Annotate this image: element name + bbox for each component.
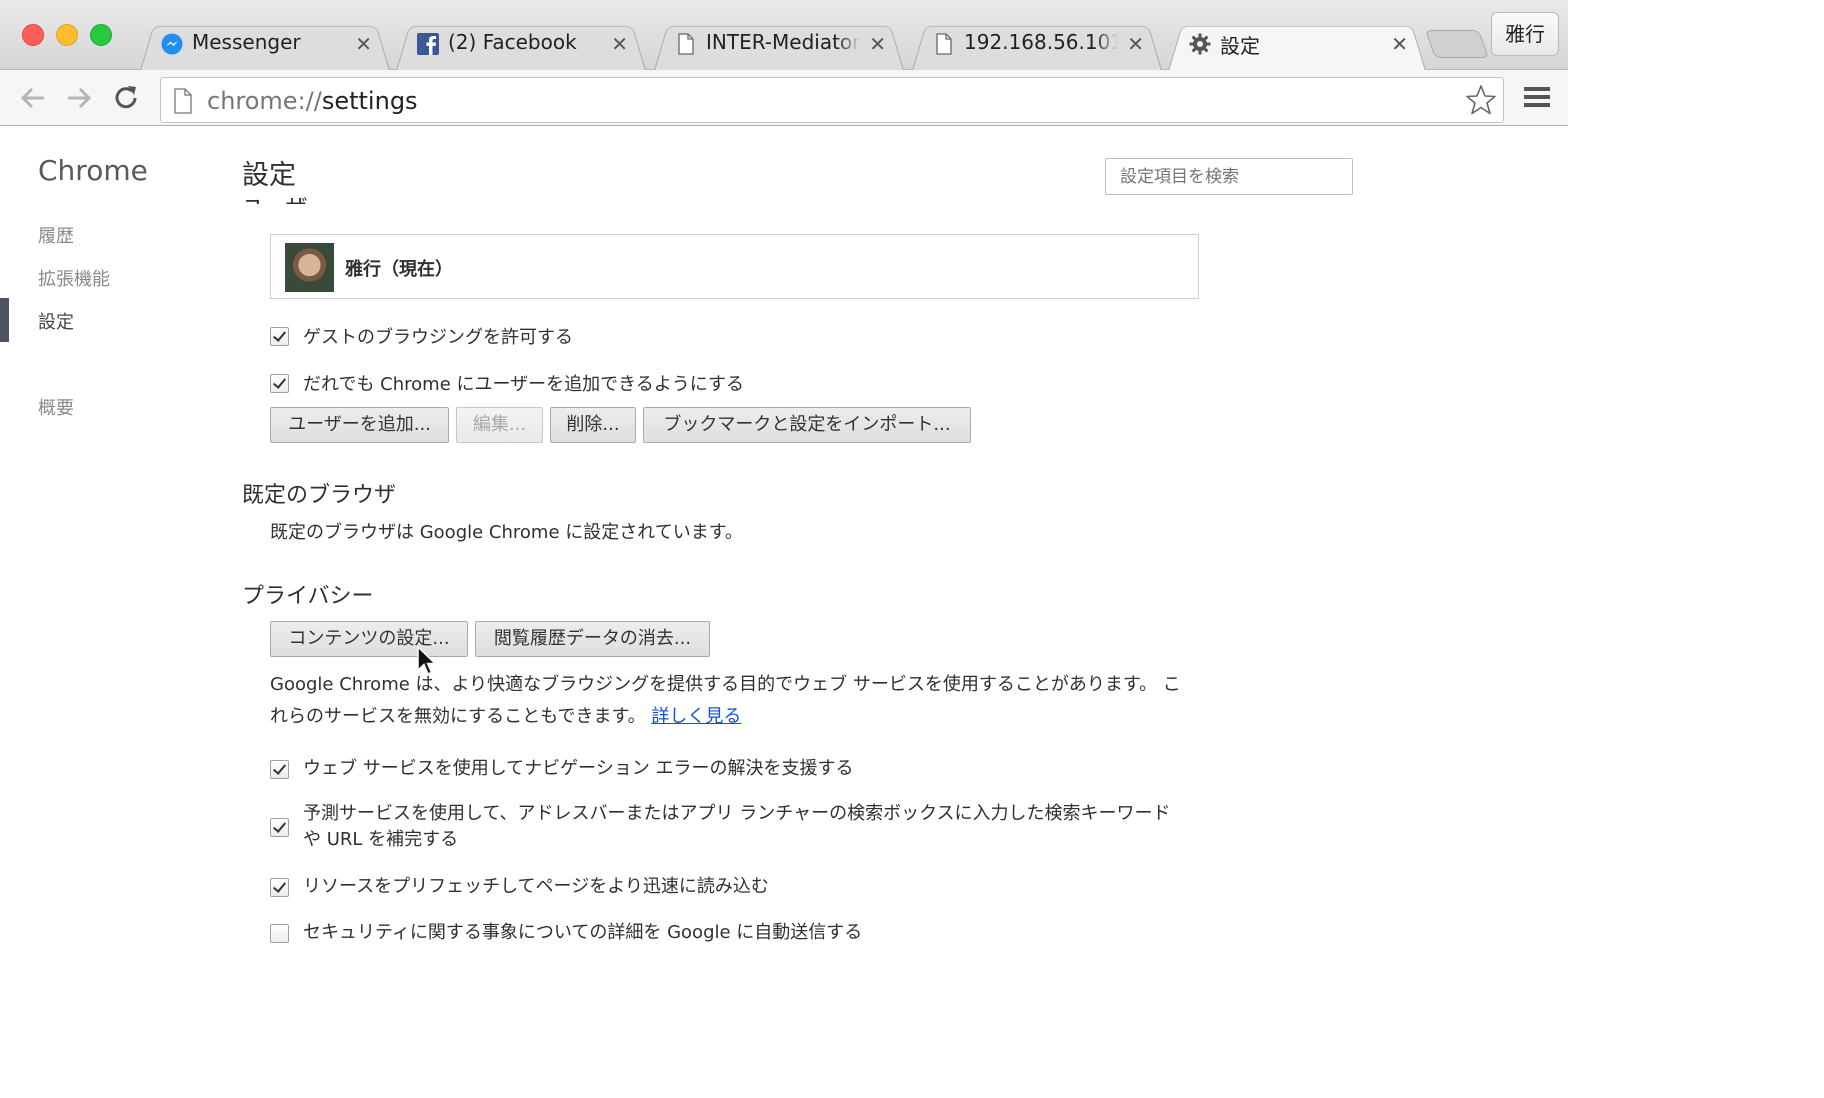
page-icon bbox=[936, 33, 952, 55]
sidebar-item-history[interactable]: 履歴 bbox=[38, 222, 74, 248]
avatar bbox=[285, 243, 334, 292]
menu-icon[interactable] bbox=[1522, 82, 1552, 112]
checkbox[interactable] bbox=[270, 760, 289, 779]
default-browser-status: 既定のブラウザは Google Chrome に設定されています。 bbox=[270, 522, 743, 543]
tab-settings[interactable]: 設定 ✕ bbox=[1168, 20, 1426, 71]
checkbox[interactable] bbox=[270, 878, 289, 897]
close-icon[interactable]: ✕ bbox=[1127, 32, 1144, 56]
tab-title: (2) Facebook bbox=[448, 30, 577, 54]
messenger-icon bbox=[161, 33, 183, 55]
tab-local-server[interactable]: 192.168.56.101/p ✕ bbox=[912, 20, 1162, 71]
sidebar-selection-marker bbox=[0, 298, 9, 342]
add-user-button[interactable]: ユーザーを追加... bbox=[270, 407, 449, 443]
sidebar-item-about[interactable]: 概要 bbox=[38, 394, 74, 420]
tab-facebook[interactable]: (2) Facebook ✕ bbox=[396, 20, 646, 71]
checkbox-label: リソースをプリフェッチしてページをより迅速に読み込む bbox=[303, 876, 769, 897]
checkbox-label: だれでも Chrome にユーザーを追加できるようにする bbox=[303, 374, 744, 395]
delete-user-button[interactable]: 削除... bbox=[550, 407, 636, 443]
zoom-window-button[interactable] bbox=[90, 24, 112, 46]
sidebar-item-settings[interactable]: 設定 bbox=[38, 308, 74, 334]
close-icon[interactable]: ✕ bbox=[1391, 32, 1408, 56]
edit-user-button[interactable]: 編集... bbox=[456, 407, 543, 443]
allow-guest-browsing-row[interactable]: ゲストのブラウジングを許可する bbox=[270, 325, 573, 351]
close-icon[interactable]: ✕ bbox=[355, 32, 372, 56]
mouse-cursor-icon bbox=[417, 646, 437, 675]
address-bar[interactable]: chrome://settings bbox=[160, 77, 1504, 123]
facebook-icon bbox=[417, 33, 439, 55]
tab-title: 設定 bbox=[1220, 34, 1260, 58]
clear-browsing-data-button[interactable]: 閲覧履歴データの消去... bbox=[475, 621, 710, 657]
sidebar-title: Chrome bbox=[38, 154, 148, 187]
title-bar: Messenger ✕ (2) Facebook ✕ INTER-Mediato… bbox=[0, 0, 1568, 71]
user-list[interactable]: 雅行（現在） bbox=[270, 234, 1199, 299]
checkbox[interactable] bbox=[270, 374, 289, 393]
security-report-row[interactable]: セキュリティに関する事象についての詳細を Google に自動送信する bbox=[270, 920, 862, 946]
reload-icon[interactable] bbox=[110, 82, 144, 114]
prediction-service-row[interactable]: 予測サービスを使用して、アドレスバーまたはアプリ ランチャーの検索ボックスに入力… bbox=[270, 801, 1171, 853]
checkbox[interactable] bbox=[270, 327, 289, 346]
new-tab-button[interactable] bbox=[1424, 30, 1490, 58]
allow-add-users-row[interactable]: だれでも Chrome にユーザーを追加できるようにする bbox=[270, 372, 744, 398]
browser-toolbar: chrome://settings bbox=[0, 70, 1568, 126]
checkbox-label: セキュリティに関する事象についての詳細を Google に自動送信する bbox=[303, 922, 863, 943]
tab-title: INTER-Mediator 5. bbox=[706, 30, 860, 54]
import-bookmarks-button[interactable]: ブックマークと設定をインポート... bbox=[643, 407, 971, 443]
privacy-description: Google Chrome は、より快適なブラウジングを提供する目的でウェブ サ… bbox=[270, 674, 1181, 727]
tab-inter-mediator[interactable]: INTER-Mediator 5. ✕ bbox=[654, 20, 904, 71]
page-icon bbox=[678, 33, 694, 55]
checkbox[interactable] bbox=[270, 818, 289, 837]
gear-icon bbox=[1189, 33, 1211, 55]
close-icon[interactable]: ✕ bbox=[869, 32, 886, 56]
learn-more-link[interactable]: 詳しく見る bbox=[651, 706, 741, 727]
settings-search-input[interactable] bbox=[1105, 158, 1353, 195]
tab-title: Messenger bbox=[192, 30, 301, 54]
close-window-button[interactable] bbox=[22, 24, 44, 46]
tab-messenger[interactable]: Messenger ✕ bbox=[140, 20, 390, 71]
users-section-heading: ユーザー bbox=[242, 190, 330, 204]
checkbox-label: ウェブ サービスを使用してナビゲーション エラーの解決を支援する bbox=[303, 758, 854, 779]
tab-title: 192.168.56.101/p bbox=[964, 30, 1118, 54]
bookmark-star-icon[interactable] bbox=[1465, 84, 1497, 116]
checkbox-label: ゲストのブラウジングを許可する bbox=[303, 327, 573, 348]
navigation-error-service-row[interactable]: ウェブ サービスを使用してナビゲーション エラーの解決を支援する bbox=[270, 756, 854, 782]
sidebar-item-extensions[interactable]: 拡張機能 bbox=[38, 265, 110, 291]
prefetch-resources-row[interactable]: リソースをプリフェッチしてページをより迅速に読み込む bbox=[270, 874, 769, 900]
profile-button[interactable]: 雅行 bbox=[1491, 12, 1559, 56]
page-title: 設定 bbox=[242, 160, 296, 191]
minimize-window-button[interactable] bbox=[56, 24, 78, 46]
current-user-name: 雅行（現在） bbox=[345, 259, 453, 280]
forward-arrow-icon[interactable] bbox=[62, 82, 96, 114]
url-text: chrome://settings bbox=[207, 87, 418, 115]
page-icon bbox=[174, 88, 192, 114]
checkbox[interactable] bbox=[270, 924, 289, 943]
default-browser-heading: 既定のブラウザ bbox=[242, 483, 397, 508]
content-settings-button[interactable]: コンテンツの設定... bbox=[270, 621, 468, 657]
back-arrow-icon[interactable] bbox=[16, 82, 50, 114]
privacy-heading: プライバシー bbox=[242, 584, 374, 609]
checkbox-label: 予測サービスを使用して、アドレスバーまたはアプリ ランチャーの検索ボックスに入力… bbox=[303, 803, 1171, 850]
close-icon[interactable]: ✕ bbox=[611, 32, 628, 56]
